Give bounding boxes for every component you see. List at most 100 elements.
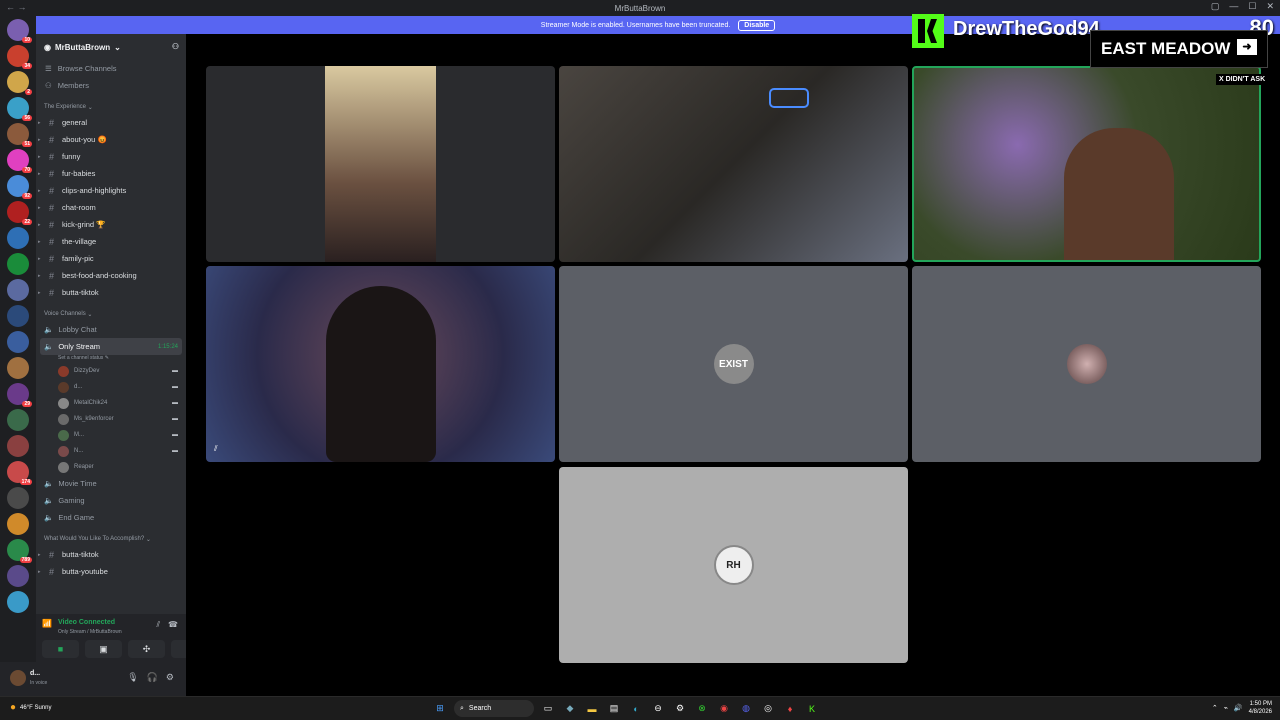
copilot-icon[interactable]: ◆ bbox=[562, 701, 578, 717]
text-channel[interactable]: ▸ # the-village bbox=[36, 233, 186, 250]
voice-member[interactable]: M... ▬ bbox=[36, 427, 186, 443]
text-channel[interactable]: ▸ # family-pic bbox=[36, 250, 186, 267]
steam-icon[interactable]: ⚙ bbox=[672, 701, 688, 717]
category-voice[interactable]: Voice Channels ⌄ bbox=[36, 307, 186, 321]
task-view-icon[interactable]: ▭ bbox=[540, 701, 556, 717]
text-channel[interactable]: ▸ # about-you 😡 bbox=[36, 131, 186, 148]
server-icon[interactable]: 174 bbox=[7, 461, 32, 485]
inbox-icon[interactable]: ▢ bbox=[1211, 1, 1220, 12]
tile-avatar-user[interactable] bbox=[912, 266, 1261, 462]
text-channel[interactable]: ▸ # general bbox=[36, 114, 186, 131]
media-icon[interactable]: ⊖ bbox=[650, 701, 666, 717]
server-icon[interactable] bbox=[7, 357, 29, 379]
pin-icon[interactable]: ♦ bbox=[782, 701, 798, 717]
disconnect-icon[interactable]: ☎ bbox=[168, 620, 178, 630]
server-icon[interactable] bbox=[7, 435, 29, 457]
add-member-icon[interactable]: ⚇ bbox=[172, 42, 179, 51]
voice-member[interactable]: d... ▬ bbox=[36, 379, 186, 395]
category-accomplish[interactable]: What Would You Like To Accomplish? ⌄ bbox=[36, 532, 186, 546]
server-icon[interactable] bbox=[7, 513, 29, 535]
noise-suppression-icon[interactable]: ⫽ bbox=[156, 620, 160, 630]
server-icon[interactable] bbox=[7, 591, 29, 613]
server-icon[interactable]: 70 bbox=[7, 149, 32, 173]
gear-icon[interactable]: ⚙ bbox=[166, 672, 174, 683]
channel-status[interactable]: Set a channel status ✎ bbox=[36, 355, 186, 363]
discord-icon[interactable]: ◍ bbox=[738, 701, 754, 717]
kick-app-icon[interactable]: K bbox=[804, 701, 820, 717]
server-icon[interactable]: 2 bbox=[7, 71, 32, 95]
server-icon[interactable] bbox=[7, 409, 29, 431]
disable-streamer-button[interactable]: Disable bbox=[738, 19, 776, 31]
tile-gym-room[interactable] bbox=[559, 66, 908, 262]
tray-chevron-icon[interactable]: ⌃ bbox=[1212, 704, 1218, 712]
text-channel[interactable]: ▸ # fur-babies bbox=[36, 165, 186, 182]
server-icon[interactable]: 10 bbox=[7, 19, 32, 43]
volume-icon[interactable]: 🔊 bbox=[1234, 704, 1243, 712]
chrome-icon[interactable]: ◉ bbox=[716, 701, 732, 717]
text-channel[interactable]: ▸ # kick-grind 🏆 bbox=[36, 216, 186, 233]
server-icon[interactable]: 789 bbox=[7, 539, 32, 563]
voice-member[interactable]: Ms_k9enforcer ▬ bbox=[36, 411, 186, 427]
voice-channel-lobby[interactable]: 🔈 Lobby Chat bbox=[36, 321, 186, 338]
text-channel[interactable]: ▸ # chat-room bbox=[36, 199, 186, 216]
store-icon[interactable]: ▤ bbox=[606, 701, 622, 717]
server-icon[interactable] bbox=[7, 305, 29, 327]
browse-channels-item[interactable]: ☰ Browse Channels bbox=[36, 60, 186, 77]
voice-member[interactable]: DizzyDev ▬ bbox=[36, 363, 186, 379]
category-experience[interactable]: The Experience ⌄ bbox=[36, 100, 186, 114]
tile-drewthegod[interactable] bbox=[912, 66, 1261, 262]
taskbar-weather[interactable]: ● 46°F Sunny bbox=[10, 702, 51, 713]
voice-member[interactable]: MetalChik24 ▬ bbox=[36, 395, 186, 411]
voice-member[interactable]: Reaper bbox=[36, 459, 186, 475]
avatar[interactable] bbox=[10, 670, 26, 686]
server-icon[interactable] bbox=[7, 487, 29, 509]
voice-channel[interactable]: 🔈 Movie Time bbox=[36, 475, 186, 492]
server-icon[interactable]: 22 bbox=[7, 201, 32, 225]
minimize-icon[interactable]: — bbox=[1229, 1, 1238, 12]
text-channel[interactable]: ▸ # clips-and-highlights bbox=[36, 182, 186, 199]
clock[interactable]: 1:50 PM 4/8/2026 bbox=[1249, 700, 1272, 716]
windows-start-icon[interactable]: ⊞ bbox=[432, 701, 448, 717]
voice-sub[interactable]: Only Stream / MrButtaBrown bbox=[58, 629, 122, 635]
obs-icon[interactable]: ◎ bbox=[760, 701, 776, 717]
text-channel[interactable]: ▸ # best-food-and-cooking bbox=[36, 267, 186, 284]
back-forward-nav[interactable]: ← → bbox=[6, 2, 27, 12]
text-channel[interactable]: ▸ # butta-youtube bbox=[36, 563, 186, 580]
screen-share-button[interactable]: ▣ bbox=[85, 640, 122, 658]
camera-button[interactable]: ■ bbox=[42, 640, 79, 658]
voice-channel[interactable]: 🔈 Gaming bbox=[36, 492, 186, 509]
file-explorer-icon[interactable]: ▬ bbox=[584, 701, 600, 717]
voice-member[interactable]: N... ▬ bbox=[36, 443, 186, 459]
tile-makeup-user[interactable]: ⫽ bbox=[206, 266, 555, 462]
server-icon[interactable]: 34 bbox=[7, 45, 32, 69]
text-channel[interactable]: ▸ # funny bbox=[36, 148, 186, 165]
signal-icon[interactable]: 📶 bbox=[42, 619, 52, 628]
tile-phone-user[interactable] bbox=[206, 66, 555, 262]
server-icon[interactable] bbox=[7, 565, 29, 587]
close-icon[interactable]: ✕ bbox=[1266, 1, 1274, 12]
activities-button[interactable]: ✣ bbox=[128, 640, 165, 658]
edge-icon[interactable]: ◐ bbox=[628, 701, 644, 717]
taskbar-search[interactable]: ⌕ Search bbox=[454, 700, 534, 717]
server-icon[interactable]: 51 bbox=[7, 123, 32, 147]
text-channel[interactable]: ▸ # butta-tiktok bbox=[36, 284, 186, 301]
voice-channel-only-stream[interactable]: 🔈 Only Stream 1:15:24 bbox=[40, 338, 182, 355]
server-icon[interactable]: 29 bbox=[7, 383, 32, 407]
xbox-icon[interactable]: ⊗ bbox=[694, 701, 710, 717]
microphone-icon[interactable]: 🎙 bbox=[127, 672, 138, 683]
text-channel[interactable]: ▸ # butta-tiktok bbox=[36, 546, 186, 563]
tile-rh-user[interactable]: RH bbox=[559, 467, 908, 663]
server-icon[interactable] bbox=[7, 279, 29, 301]
server-icon[interactable] bbox=[7, 253, 29, 275]
voice-channel[interactable]: 🔈 End Game bbox=[36, 509, 186, 526]
members-item[interactable]: ⚇ Members bbox=[36, 77, 186, 94]
server-icon[interactable] bbox=[7, 331, 29, 353]
server-icon[interactable] bbox=[7, 227, 29, 249]
server-icon[interactable]: 92 bbox=[7, 175, 32, 199]
headphones-icon[interactable]: 🎧 bbox=[147, 672, 158, 683]
server-header[interactable]: ◉ MrButtaBrown ⌄ ⚇ bbox=[36, 34, 186, 60]
maximize-icon[interactable]: ☐ bbox=[1248, 1, 1256, 12]
tile-exist-user[interactable]: EXIST bbox=[559, 266, 908, 462]
network-icon[interactable]: ⌁ bbox=[1224, 704, 1228, 712]
server-icon[interactable]: 56 bbox=[7, 97, 32, 121]
